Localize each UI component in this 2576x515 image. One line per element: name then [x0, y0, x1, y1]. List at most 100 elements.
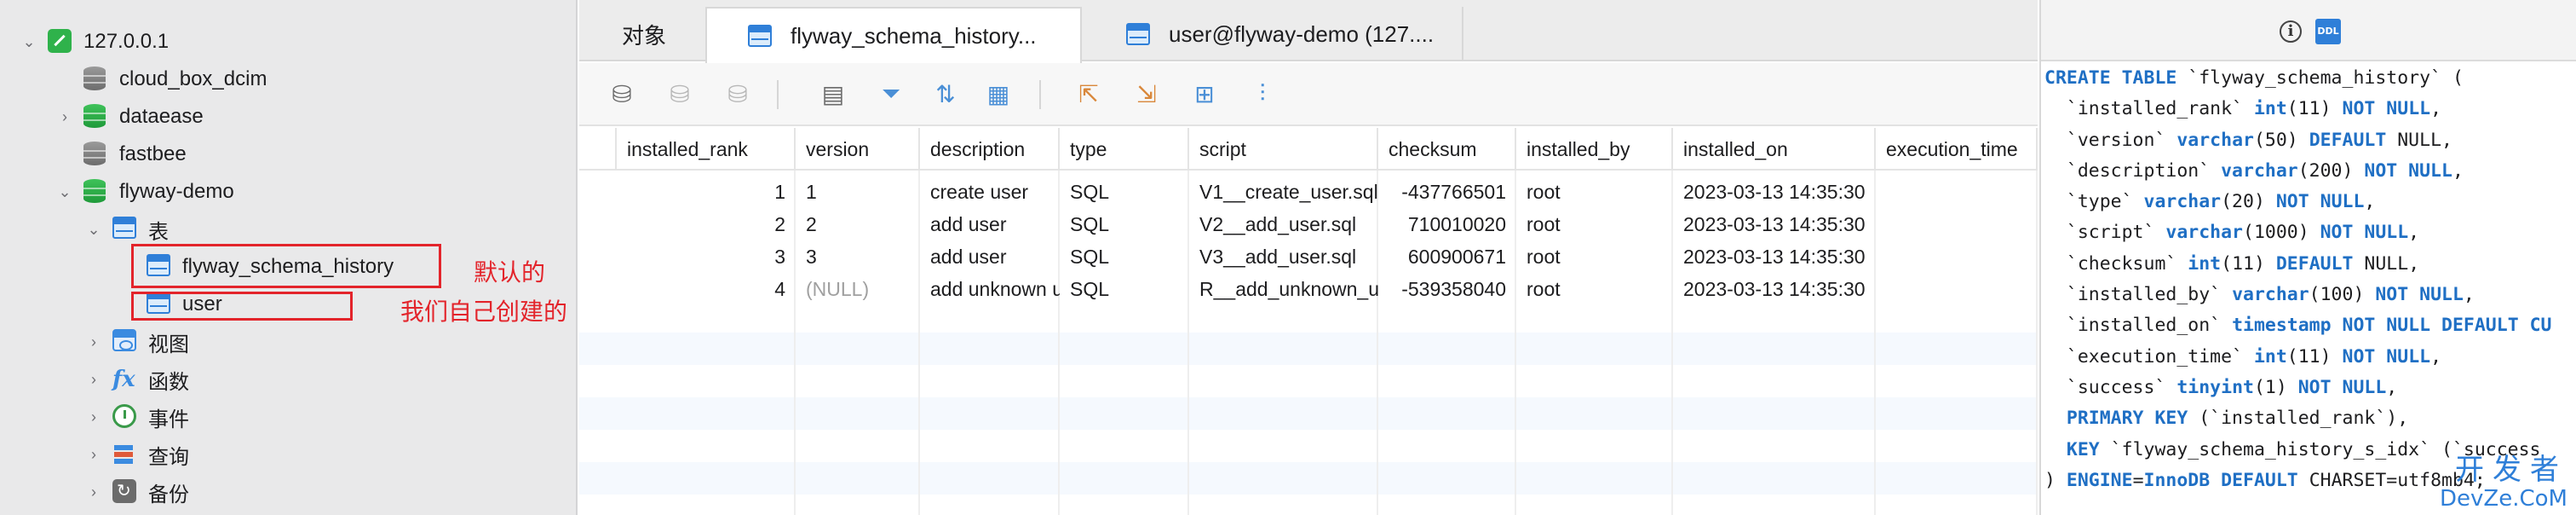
- grid-cell[interactable]: 1: [796, 176, 920, 208]
- grid-cell[interactable]: 2023-03-13 14:35:30: [1673, 208, 1876, 240]
- ddl-line: CREATE TABLE `flyway_schema_history` (: [2044, 67, 2464, 89]
- table-folder-icon: [112, 217, 138, 242]
- column-header[interactable]: installed_rank: [617, 128, 796, 171]
- column-header[interactable]: version: [796, 128, 920, 171]
- grid-row-stripe: [579, 333, 2038, 365]
- text-view-icon[interactable]: ▤: [816, 77, 850, 111]
- tab-label: user@flyway-demo (127....: [1169, 20, 1435, 47]
- grid-toolbar: ⛁ ⛁ ⛁ ▤ ⏷ ⇅ ▦ ⇱ ⇲ ⊞ ⫶: [579, 63, 2038, 126]
- column-header[interactable]: description: [920, 128, 1060, 171]
- grid-cell[interactable]: root: [1516, 240, 1673, 273]
- chart-icon[interactable]: ⫶: [1245, 77, 1279, 111]
- grid-cell[interactable]: SQL: [1060, 208, 1189, 240]
- database-label: cloud_box_dcim: [119, 67, 267, 90]
- grid-cell[interactable]: root: [1516, 176, 1673, 208]
- grid-cell[interactable]: 2023-03-13 14:35:30: [1673, 273, 1876, 305]
- folder-label: 函数: [148, 370, 189, 394]
- rollback-icon[interactable]: ⛁: [721, 77, 755, 111]
- ddl-line: PRIMARY KEY (`installed_rank`),: [2066, 408, 2409, 430]
- navigation-sidebar: ⌄ 127.0.0.1 cloud_box_dcim › dataease fa…: [0, 0, 578, 515]
- tree-folder-queries[interactable]: › 查询: [83, 437, 189, 472]
- tab-user[interactable]: user@flyway-demo (127....: [1084, 7, 1463, 61]
- tree-folder-backups[interactable]: › 备份: [83, 474, 189, 510]
- chevron-down-icon[interactable]: ⌄: [19, 32, 39, 52]
- chevron-right-icon[interactable]: ›: [83, 332, 104, 352]
- annotation-created: 我们自己创建的: [400, 298, 568, 326]
- tree-folder-views[interactable]: › 视图: [83, 324, 189, 360]
- grid-row-stripe: [579, 462, 2038, 495]
- tree-database-flyway-demo[interactable]: ⌄ flyway-demo: [55, 174, 234, 210]
- grid-cell[interactable]: (NULL): [796, 273, 920, 305]
- grid-cell[interactable]: 3: [796, 240, 920, 273]
- column-header[interactable]: execution_time: [1876, 128, 2038, 171]
- tree-database-fastbee[interactable]: fastbee: [83, 136, 187, 172]
- grid-cell[interactable]: 2023-03-13 14:35:30: [1673, 240, 1876, 273]
- tab-objects[interactable]: 对象: [579, 7, 704, 61]
- column-header[interactable]: installed_on: [1673, 128, 1876, 171]
- grid-cell[interactable]: add unknown u: [920, 273, 1060, 305]
- column-header[interactable]: installed_by: [1516, 128, 1673, 171]
- tree-folder-events[interactable]: › 事件: [83, 399, 189, 435]
- commit-icon[interactable]: ⛁: [663, 77, 697, 111]
- ddl-icon[interactable]: DDL: [2315, 19, 2341, 44]
- import-icon[interactable]: ⇱: [1072, 77, 1106, 111]
- grid-cell[interactable]: 3: [617, 240, 796, 273]
- grid-cell[interactable]: 2: [617, 208, 796, 240]
- sort-icon[interactable]: ⇅: [929, 77, 963, 111]
- database-label: dataease: [119, 105, 204, 128]
- grid-cell[interactable]: 2023-03-13 14:35:30: [1673, 176, 1876, 208]
- ddl-line: `version` varchar(50) DEFAULT NULL,: [2044, 129, 2452, 151]
- chevron-right-icon[interactable]: ›: [83, 407, 104, 427]
- column-header[interactable]: checksum: [1378, 128, 1516, 171]
- grid-cell[interactable]: SQL: [1060, 176, 1189, 208]
- begin-transaction-icon[interactable]: ⛁: [605, 77, 639, 111]
- ddl-line: `script` varchar(1000) NOT NULL,: [2044, 222, 2420, 244]
- tree-database-cloud-box-dcim[interactable]: cloud_box_dcim: [83, 61, 267, 97]
- grid-cell[interactable]: R__add_unknown_u: [1189, 273, 1378, 305]
- data-generation-icon[interactable]: ⊞: [1187, 77, 1222, 111]
- grid-cell[interactable]: 4: [617, 273, 796, 305]
- grid-cell[interactable]: V1__create_user.sql: [1189, 176, 1378, 208]
- ddl-panel-header: i DDL: [2041, 0, 2576, 61]
- tree-folder-functions[interactable]: › fx 函数: [83, 362, 189, 397]
- column-header[interactable]: type: [1060, 128, 1189, 171]
- grid-cell[interactable]: 2: [796, 208, 920, 240]
- grid-cell[interactable]: V3__add_user.sql: [1189, 240, 1378, 273]
- database-icon: [83, 142, 109, 167]
- folder-label: 表: [148, 220, 169, 244]
- chevron-right-icon[interactable]: ›: [83, 482, 104, 502]
- grid-cell[interactable]: V2__add_user.sql: [1189, 208, 1378, 240]
- grid-view-icon[interactable]: ▦: [981, 77, 1015, 111]
- tab-label: flyway_schema_history...: [791, 22, 1037, 49]
- chevron-down-icon[interactable]: ⌄: [55, 182, 75, 202]
- export-icon[interactable]: ⇲: [1130, 77, 1164, 111]
- grid-cell[interactable]: root: [1516, 208, 1673, 240]
- grid-cell[interactable]: SQL: [1060, 273, 1189, 305]
- grid-cell[interactable]: SQL: [1060, 240, 1189, 273]
- grid-cell[interactable]: root: [1516, 273, 1673, 305]
- grid-cell[interactable]: -437766501: [1378, 176, 1516, 208]
- grid-cell[interactable]: add user: [920, 240, 1060, 273]
- view-icon: [112, 329, 138, 355]
- chevron-right-icon[interactable]: ›: [83, 369, 104, 390]
- grid-cell[interactable]: 600900671: [1378, 240, 1516, 273]
- column-header[interactable]: script: [1189, 128, 1378, 171]
- info-icon[interactable]: i: [2280, 20, 2302, 43]
- grid-cell[interactable]: create user: [920, 176, 1060, 208]
- tab-flyway-schema-history[interactable]: flyway_schema_history...: [705, 7, 1082, 63]
- grid-cell[interactable]: -539358040: [1378, 273, 1516, 305]
- function-icon: fx: [112, 367, 135, 392]
- ddl-line: `description` varchar(200) NOT NULL,: [2044, 159, 2464, 182]
- database-label: flyway-demo: [119, 180, 234, 203]
- database-label: fastbee: [119, 142, 187, 165]
- tree-database-dataease[interactable]: › dataease: [55, 99, 204, 135]
- filter-icon[interactable]: ⏷: [874, 77, 908, 111]
- chevron-right-icon[interactable]: ›: [55, 107, 75, 127]
- tree-connection[interactable]: ⌄ 127.0.0.1: [19, 24, 169, 60]
- grid-cell[interactable]: 710010020: [1378, 208, 1516, 240]
- grid-cell[interactable]: add user: [920, 208, 1060, 240]
- tree-folder-tables[interactable]: ⌄ 表: [83, 211, 169, 247]
- chevron-right-icon[interactable]: ›: [83, 444, 104, 465]
- grid-cell[interactable]: 1: [617, 176, 796, 208]
- chevron-down-icon[interactable]: ⌄: [83, 219, 104, 240]
